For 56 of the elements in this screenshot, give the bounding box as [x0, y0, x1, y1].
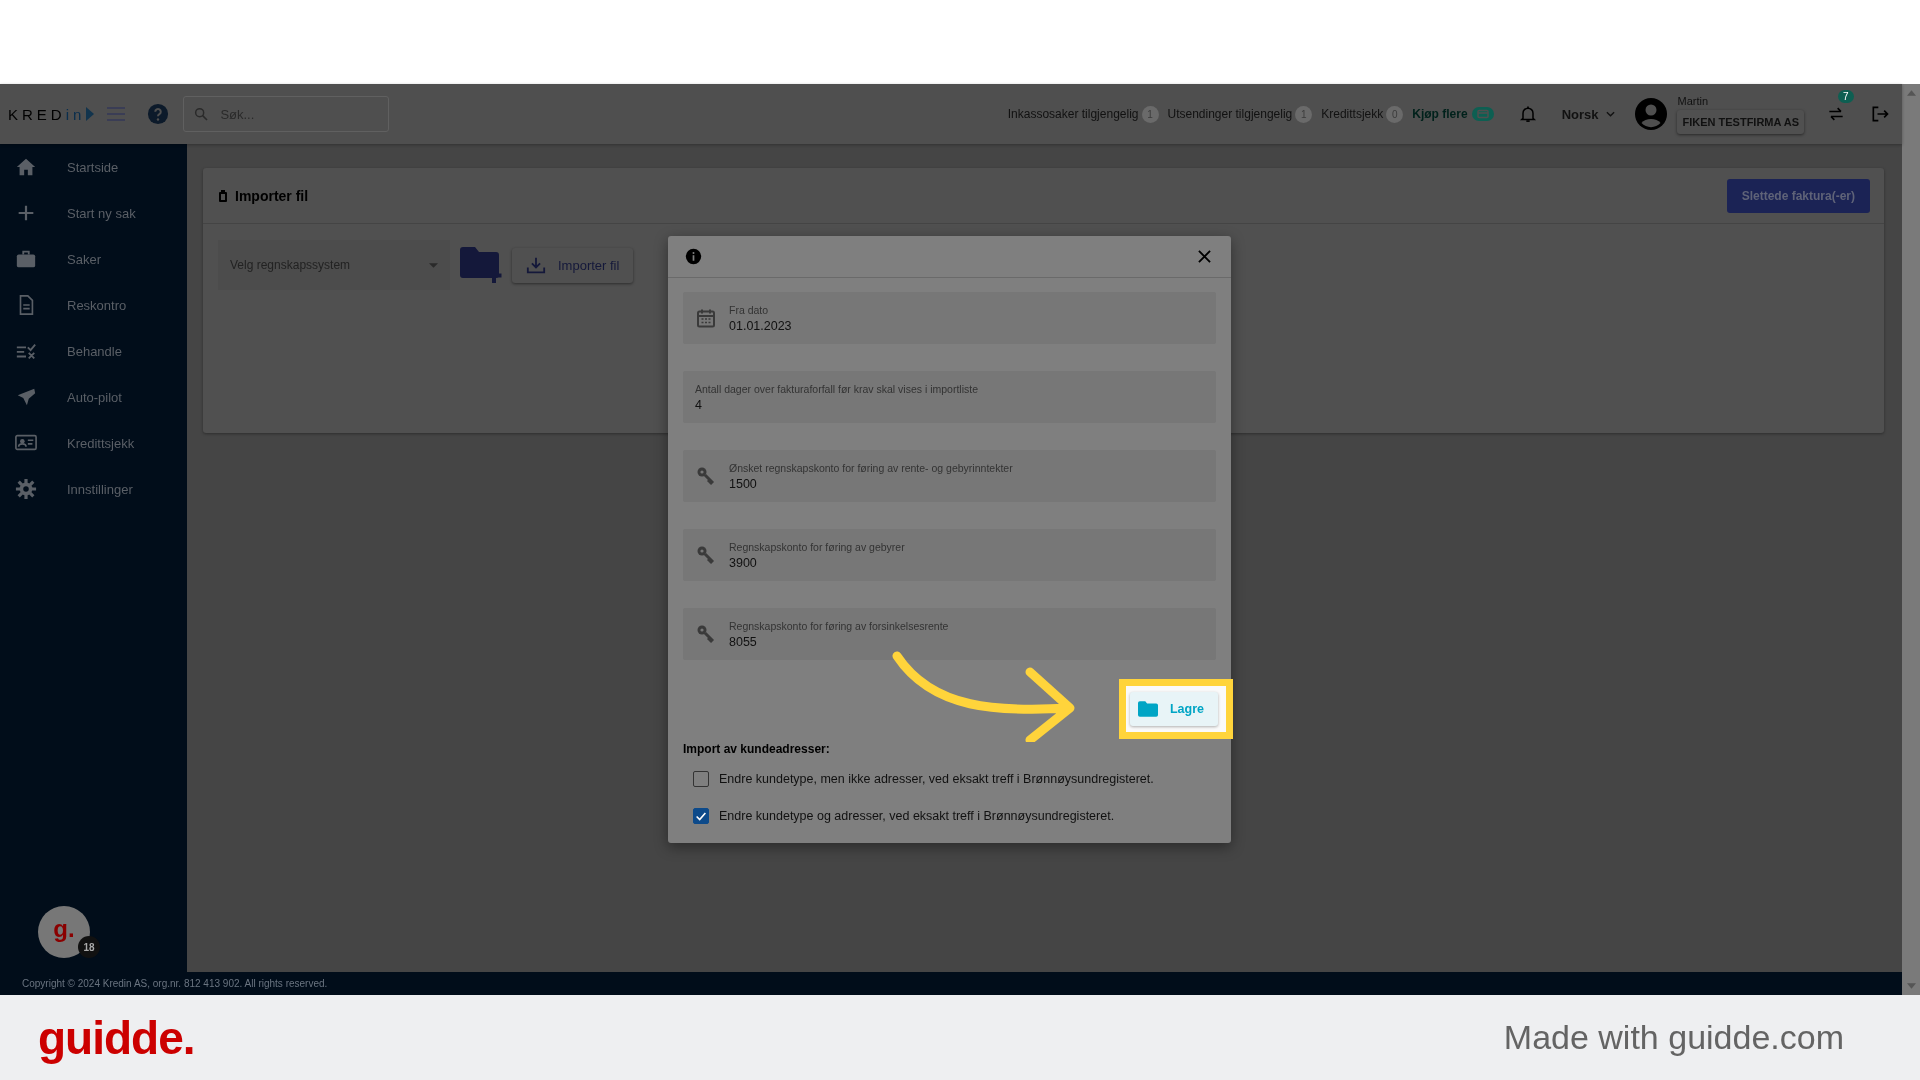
checkbox[interactable] [693, 808, 709, 824]
key-icon [696, 545, 716, 565]
copyright-text: Copyright © 2024 Kredin AS, org.nr. 812 413 902. All rights reserved. [22, 978, 328, 989]
info-icon [685, 248, 702, 265]
battery-icon [219, 189, 227, 202]
counter-label: Inkassosaker tilgjengelig [1007, 107, 1139, 121]
help-icon[interactable] [147, 103, 170, 125]
sidebar-item[interactable]: Start ny sak [0, 190, 187, 236]
card-title: Importer fil [235, 187, 309, 204]
home-icon [15, 156, 37, 178]
count-badge: 18 [78, 936, 100, 958]
sidebar-item[interactable]: Innstillinger [0, 466, 187, 512]
input-field[interactable]: Fra dato 01.01.2023 [683, 292, 1216, 344]
import-file-button[interactable]: Importer fil [512, 247, 634, 283]
checkbox-label: Endre kundetype og adresser, ved eksakt treff i Brønnøysundregisteret. [719, 809, 1115, 823]
credit-text: Made with guidde.com [1503, 1018, 1844, 1057]
checkbox-label: Endre kundetype, men ikke adresser, ved eksakt treff i Brønnøysundregisteret. [719, 772, 1154, 786]
notification-badge: 7 [1838, 90, 1854, 103]
guidde-logo: guidde. [38, 1010, 195, 1065]
language-select[interactable]: Norsk [1561, 106, 1616, 122]
caret-icon [1606, 111, 1616, 117]
company-button[interactable]: FIKEN TESTFIRMA AS [1677, 109, 1804, 134]
user-avatar-icon[interactable] [1635, 98, 1668, 130]
credit-card-icon [1471, 107, 1494, 121]
save-button[interactable]: Lagre [1129, 691, 1218, 726]
calendar-icon [696, 308, 716, 328]
counter-label: Utsendinger tilgjengelig [1167, 107, 1293, 121]
input-field[interactable]: Regnskapskonto for føring av gebyrer 3900 [683, 529, 1216, 581]
scroll-down-icon[interactable] [1906, 983, 1916, 989]
sidebar-item[interactable]: Behandle [0, 328, 187, 374]
scroll-up-icon[interactable] [1906, 90, 1916, 96]
download-icon [526, 256, 546, 274]
briefcase-icon [15, 248, 37, 270]
caret-icon [429, 262, 438, 268]
sidebar-item[interactable]: Reskontro [0, 282, 187, 328]
sidebar-item[interactable]: Startside [0, 144, 187, 190]
logo[interactable]: KRED in [8, 105, 96, 123]
sidebar-item[interactable]: Kredittsjekk [0, 420, 187, 466]
key-icon [696, 624, 716, 644]
user-name: Martin [1677, 94, 1709, 107]
logout-icon[interactable] [1870, 104, 1890, 124]
sidebar-item[interactable]: Auto-pilot [0, 374, 187, 420]
folder-icon [1137, 700, 1158, 717]
buy-more-link[interactable]: Kjøp flere [1412, 107, 1468, 121]
checkbox[interactable] [693, 771, 709, 787]
input-field[interactable]: Regnskapskonto for føring av forsinkelsesrente 8055 [683, 608, 1216, 660]
deleted-invoices-button[interactable]: Slettede faktura(-er) [1726, 178, 1870, 213]
scrollbar[interactable] [1902, 84, 1920, 995]
settings-icon [15, 478, 37, 500]
close-icon[interactable] [1198, 250, 1211, 263]
input-field[interactable]: Ønsket regnskapskonto for føring av rente- og gebyrinntekter 1500 [683, 450, 1216, 502]
sidebar-item[interactable]: Saker [0, 236, 187, 282]
key-icon [696, 466, 716, 486]
section-title: Import av kundeadresser: [683, 742, 831, 756]
search-icon [193, 106, 210, 122]
counter-label: Kredittsjekk [1321, 107, 1384, 121]
